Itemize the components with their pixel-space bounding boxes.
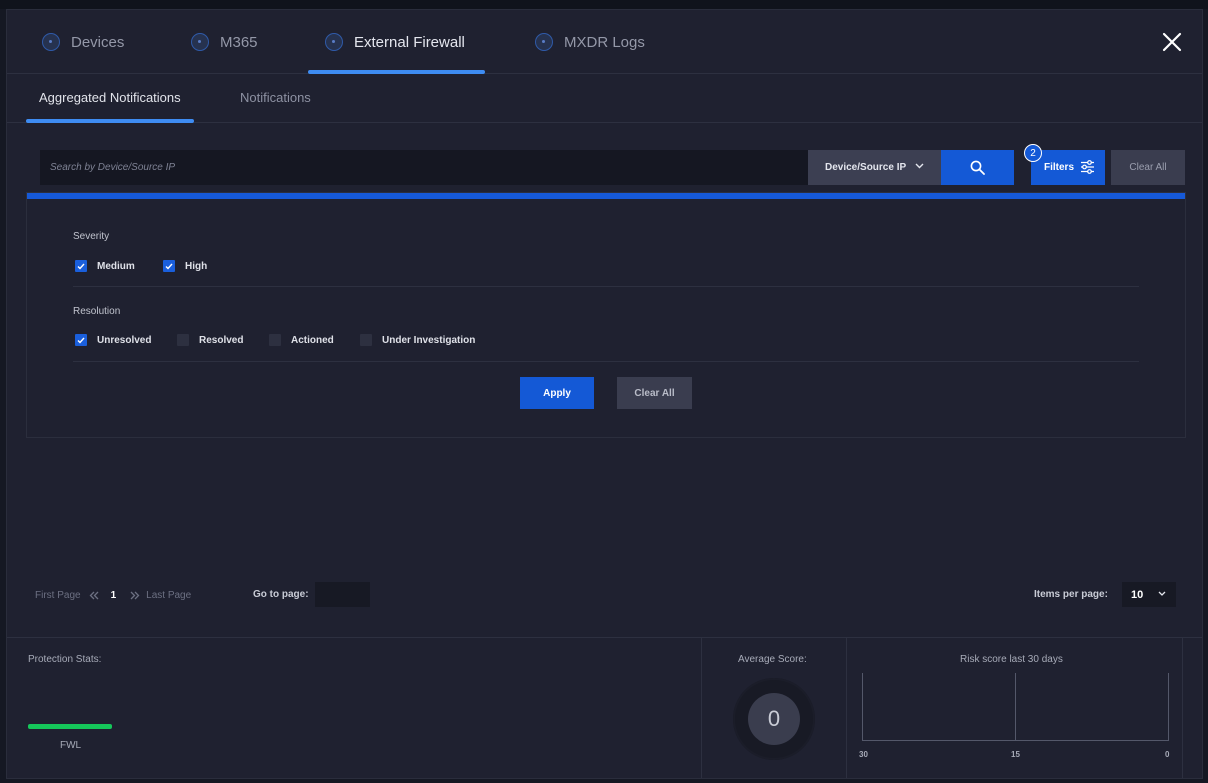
checkbox-high[interactable]: High [163,260,207,272]
checkbox-checked-icon [163,260,175,272]
checkbox-checked-icon [75,334,87,346]
tab-indicator-icon [42,33,60,51]
chart-axis-right [1168,673,1169,741]
tab-label: Devices [71,33,125,51]
filters-button[interactable]: Filters [1031,150,1105,185]
pagination: First Page 1 Last Page [35,583,191,607]
average-score-label: Average Score: [738,654,807,665]
risk-score-label: Risk score last 30 days [960,654,1063,665]
protection-bar [28,724,112,729]
filter-panel: Severity Medium High Resolution Unresolv… [26,192,1186,438]
search-icon [970,160,985,175]
severity-label: Severity [73,231,110,242]
stats-footer: Protection Stats: FWL Average Score: 0 R… [7,637,1202,778]
tab-indicator-icon [535,33,553,51]
top-tab-bar: Devices M365 External Firewall MXDR Logs [7,10,1202,74]
filter-count-badge: 2 [1024,144,1042,162]
current-page: 1 [110,589,117,601]
tab-external-firewall[interactable]: External Firewall [325,10,465,74]
clear-filters-button[interactable]: Clear All [617,377,692,409]
first-page-link[interactable]: First Page [35,590,81,601]
filters-label: Filters [1044,162,1075,173]
tab-mxdr-logs[interactable]: MXDR Logs [535,10,645,74]
notifications-modal: Devices M365 External Firewall MXDR Logs… [6,9,1203,779]
resolution-label: Resolution [73,306,121,317]
chevron-down-icon [915,163,924,169]
chart-tick-label: 15 [1011,750,1020,759]
stats-divider [701,638,702,778]
sub-tab-bar: Aggregated Notifications Notifications [7,74,1202,123]
double-chevron-right-icon[interactable] [130,591,140,600]
average-score-value: 0 [748,693,800,745]
chevron-down-icon [1158,591,1166,596]
checkbox-label: Resolved [199,334,244,346]
tab-indicator-icon [325,33,343,51]
checkbox-label: Under Investigation [382,334,476,346]
items-per-page-label: Items per page: [1034,589,1108,600]
checkbox-label: Actioned [291,334,334,346]
sliders-icon [1081,160,1094,174]
chart-tick-label: 0 [1165,750,1170,759]
last-page-link[interactable]: Last Page [146,590,191,601]
close-icon[interactable] [1160,30,1184,54]
tab-indicator-icon [191,33,209,51]
checkbox-label: Unresolved [97,334,152,346]
items-per-page-value: 10 [1131,588,1144,601]
tab-notifications[interactable]: Notifications [240,90,311,105]
chart-axis-left [862,673,863,741]
apply-button[interactable]: Apply [520,377,594,409]
checkbox-resolved[interactable]: Resolved [177,334,243,346]
search-button[interactable] [941,150,1014,185]
backdrop [0,0,1208,9]
section-divider [73,361,1139,362]
tab-m365[interactable]: M365 [191,10,258,74]
risk-score-chart: 30 15 0 [859,673,1172,759]
chart-gridline-mid [1015,673,1016,741]
tab-aggregated-notifications[interactable]: Aggregated Notifications [39,90,181,105]
search-field-label: Device/Source IP [825,162,907,173]
goto-page-label: Go to page: [253,589,309,600]
protection-item-label: FWL [60,740,82,751]
active-subtab-underline [26,119,194,123]
checkbox-under-investigation[interactable]: Under Investigation [360,334,475,346]
checkbox-label: High [185,260,208,272]
checkbox-checked-icon [75,260,87,272]
tab-devices[interactable]: Devices [42,10,124,74]
items-per-page-select[interactable]: 10 [1122,582,1176,607]
protection-stats-label: Protection Stats: [28,654,102,665]
checkbox-medium[interactable]: Medium [75,260,135,272]
checkbox-label: Medium [97,260,135,272]
checkbox-unchecked-icon [177,334,189,346]
checkbox-actioned[interactable]: Actioned [269,334,334,346]
tab-label: M365 [220,33,258,51]
stats-divider [846,638,847,778]
tab-label: MXDR Logs [564,33,645,51]
tab-label: External Firewall [354,33,465,51]
double-chevron-left-icon[interactable] [89,591,99,600]
clear-all-button[interactable]: Clear All [1111,150,1185,185]
section-divider [73,286,1139,287]
stats-divider [1182,638,1183,778]
checkbox-unchecked-icon [269,334,281,346]
checkbox-unchecked-icon [360,334,372,346]
search-input[interactable] [40,150,808,185]
goto-page-input[interactable] [315,582,370,607]
search-field-dropdown[interactable]: Device/Source IP [808,150,941,185]
filter-panel-accent-bar [27,193,1185,199]
checkbox-unresolved[interactable]: Unresolved [75,334,151,346]
chart-axis-bottom [862,740,1169,741]
chart-tick-label: 30 [859,750,868,759]
average-score-gauge: 0 [733,678,815,760]
